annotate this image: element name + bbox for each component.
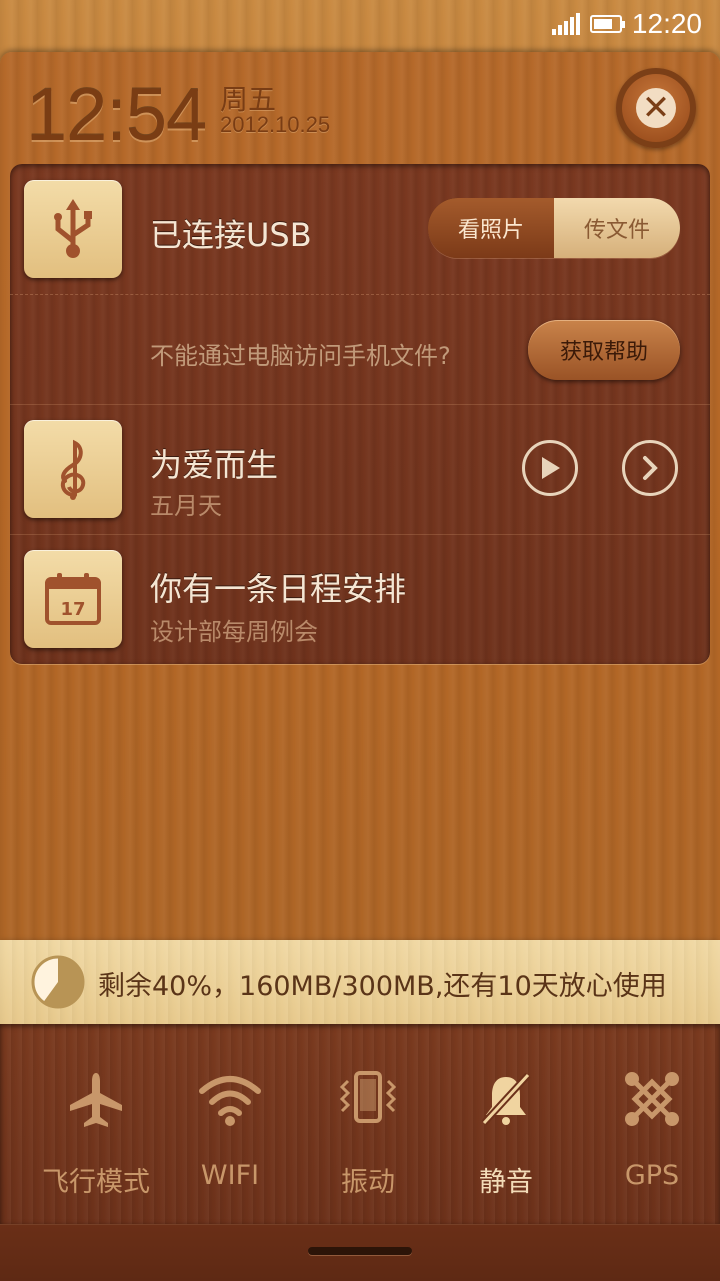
bottom-bar [0, 1224, 720, 1281]
event-subtitle: 设计部每周例会 [150, 618, 318, 646]
usage-pie-icon [31, 955, 85, 1009]
drag-handle[interactable] [308, 1247, 412, 1255]
mute-icon [481, 1072, 531, 1126]
usb-title: 已连接USB [150, 216, 312, 254]
date: 2012.10.25 [220, 112, 331, 137]
toggle-label: 飞行模式 [42, 1167, 150, 1198]
toggle-vibrate[interactable]: 振动 [308, 1064, 428, 1199]
signal-icon [551, 13, 580, 35]
wifi-icon [199, 1076, 261, 1126]
calendar-icon-day: 17 [60, 599, 85, 620]
calendar-notification[interactable]: 17 你有一条日程安排 设计部每周例会 [10, 534, 710, 664]
song-title: 为爱而生 [150, 446, 279, 484]
usb-icon [24, 180, 122, 278]
toggle-label: 静音 [479, 1167, 533, 1198]
toggle-label: GPS [624, 1160, 680, 1191]
status-bar: 12:20 [0, 0, 720, 50]
airplane-icon [70, 1073, 122, 1127]
vibrate-icon [339, 1071, 397, 1123]
toggle-gps[interactable]: GPS [592, 1064, 712, 1191]
music-notification[interactable]: 为爱而生 五月天 [10, 404, 710, 534]
data-usage-text: 剩余40%，160MB/300MB,还有10天放心使用 [98, 971, 667, 1002]
clock: 12:54 [26, 73, 207, 156]
usb-notification: 已连接USB 看照片 传文件 不能通过电脑访问手机文件? 获取帮助 [10, 164, 710, 404]
toggle-airplane-mode[interactable]: 飞行模式 [36, 1064, 156, 1199]
usb-mode-selector[interactable]: 看照片 传文件 [428, 198, 680, 258]
toggle-wifi[interactable]: WIFI [170, 1064, 290, 1191]
close-icon: ✕ [636, 88, 676, 128]
view-photos-option[interactable]: 看照片 [428, 198, 554, 258]
event-title: 你有一条日程安排 [150, 570, 407, 608]
status-time: 12:20 [631, 8, 702, 39]
play-icon [542, 457, 560, 479]
gps-icon [625, 1072, 679, 1126]
toggle-label: WIFI [200, 1160, 260, 1191]
usb-help-text: 不能通过电脑访问手机文件? [150, 342, 451, 370]
get-help-button[interactable]: 获取帮助 [528, 320, 680, 380]
data-usage-bar[interactable]: 剩余40%，160MB/300MB,还有10天放心使用 [0, 940, 720, 1024]
transfer-files-option[interactable]: 传文件 [554, 198, 680, 258]
song-artist: 五月天 [150, 492, 222, 520]
calendar-icon: 17 [24, 550, 122, 648]
battery-icon [589, 15, 625, 33]
toggle-mute[interactable]: 静音 [446, 1064, 566, 1199]
play-button[interactable] [522, 440, 578, 496]
next-button[interactable] [622, 440, 678, 496]
chevron-right-icon [643, 456, 658, 480]
notification-card: 已连接USB 看照片 传文件 不能通过电脑访问手机文件? 获取帮助 为爱而生 五… [10, 164, 710, 664]
quick-toggles: 飞行模式 WIFI 振动 静音 GPS [0, 1024, 720, 1224]
music-note-icon [24, 420, 122, 518]
toggle-label: 振动 [341, 1167, 395, 1198]
close-button[interactable]: ✕ [616, 68, 696, 148]
